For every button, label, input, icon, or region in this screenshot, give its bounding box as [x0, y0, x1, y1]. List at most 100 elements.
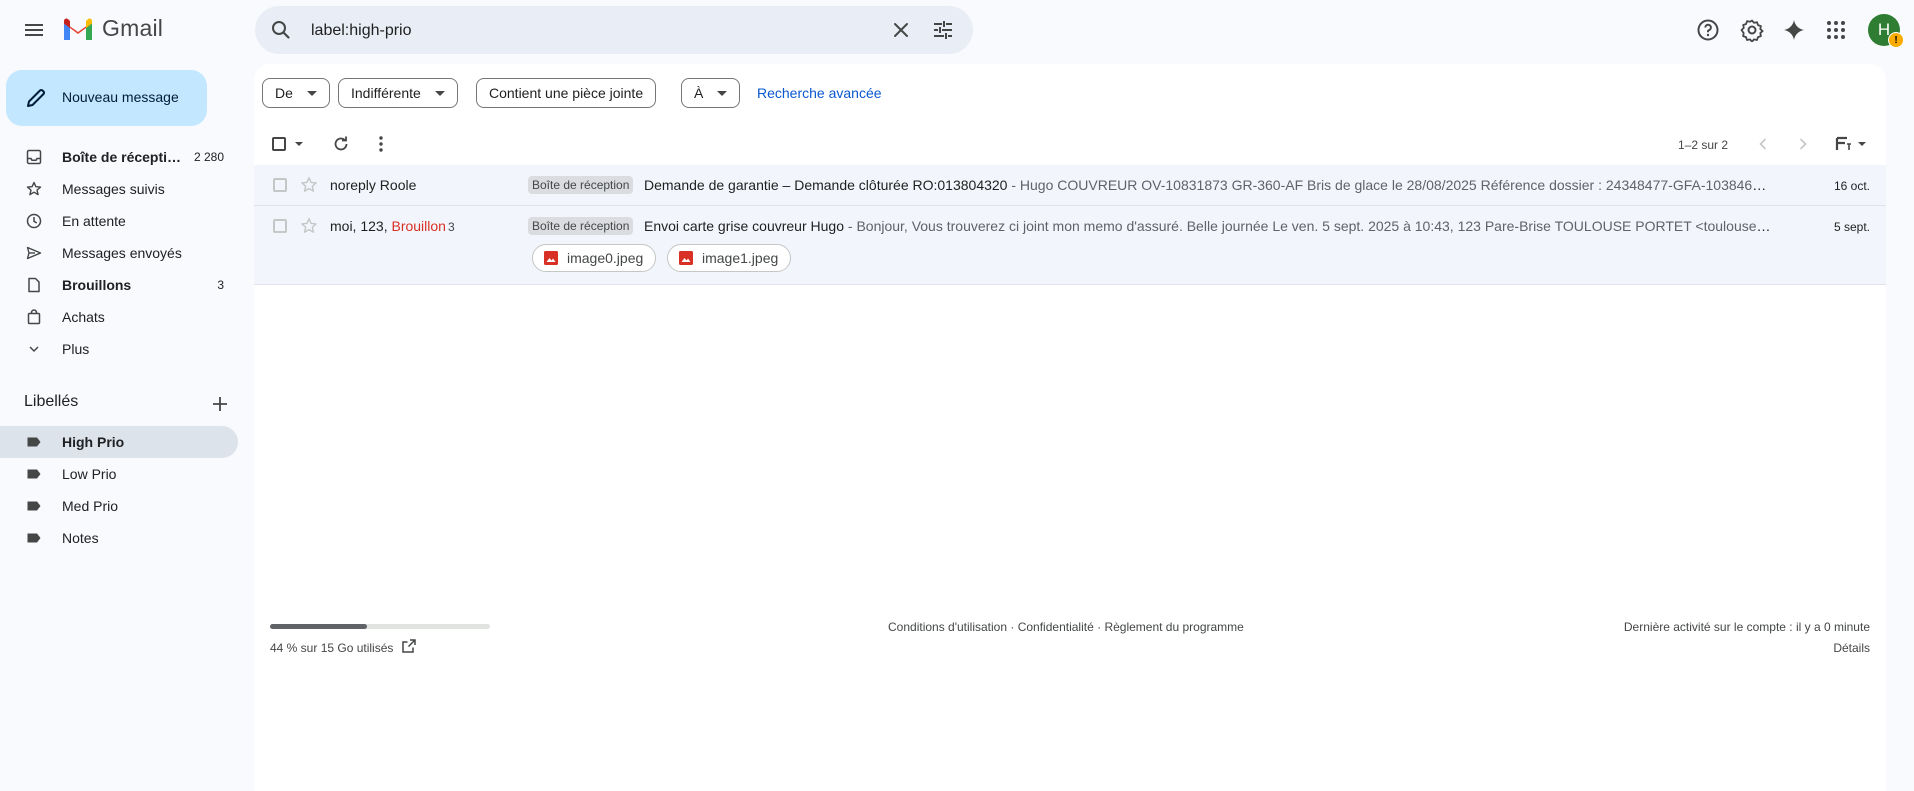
filter-from-chip[interactable]: De: [262, 78, 330, 108]
privacy-link[interactable]: Confidentialité: [1018, 620, 1094, 634]
clock-icon: [26, 213, 42, 229]
gmail-logo[interactable]: Gmail: [62, 15, 163, 42]
attachment-chip[interactable]: image1.jpeg: [667, 244, 792, 272]
chevron-right-icon[interactable]: [1793, 134, 1813, 154]
shopping-bag-icon: [27, 309, 41, 325]
email-date: 5 sept.: [1833, 220, 1870, 234]
refresh-icon[interactable]: [331, 134, 351, 154]
email-label-tag[interactable]: Boîte de réception: [528, 217, 634, 235]
storage-usage-fill: [270, 624, 367, 629]
clear-search-icon[interactable]: [889, 18, 913, 42]
chevron-left-icon[interactable]: [1753, 134, 1773, 154]
sidebar-item-label: Messages suivis: [62, 181, 165, 197]
sidebar-label-notes[interactable]: Notes: [0, 522, 238, 554]
star-toggle-icon[interactable]: [300, 217, 318, 235]
chip-label: À: [694, 85, 704, 101]
thread-count: 3: [447, 220, 455, 234]
draft-icon: [28, 277, 40, 293]
sidebar-item-label: Brouillons: [62, 277, 132, 293]
label-name: Notes: [62, 530, 99, 546]
label-name: Med Prio: [62, 498, 119, 514]
label-tag-icon: [27, 533, 41, 543]
help-icon[interactable]: [1696, 18, 1720, 42]
attachment-chip[interactable]: image0.jpeg: [532, 244, 657, 272]
terms-link[interactable]: Conditions d'utilisation: [888, 620, 1007, 634]
sidebar-label-high-prio[interactable]: High Prio: [0, 426, 238, 458]
hamburger-menu-icon: [25, 24, 43, 36]
sidebar-label-med-prio[interactable]: Med Prio: [0, 490, 238, 522]
sidebar-nav: Boîte de réception 2 280 Messages suivis…: [0, 141, 240, 365]
settings-gear-icon[interactable]: [1740, 18, 1764, 42]
program-policies-link[interactable]: Règlement du programme: [1104, 620, 1243, 634]
compose-button[interactable]: Nouveau message: [6, 70, 207, 126]
email-date: 16 oct.: [1833, 179, 1870, 193]
chevron-down-icon: [29, 346, 39, 353]
star-icon: [26, 181, 42, 196]
email-row[interactable]: noreply Roole Boîte de réception Demande…: [254, 165, 1886, 206]
email-label-tag[interactable]: Boîte de réception: [528, 176, 634, 194]
attachment-name: image0.jpeg: [567, 250, 644, 266]
label-tag-icon: [27, 501, 41, 511]
attachment-name: image1.jpeg: [702, 250, 779, 266]
pagination-text: 1–2 sur 2: [1678, 138, 1729, 152]
storage-usage-bar: [270, 624, 490, 629]
sidebar-item-count: 3: [217, 278, 224, 292]
main-menu-button[interactable]: [18, 14, 50, 46]
sidebar-item-label: Messages envoyés: [62, 245, 182, 261]
email-sender: noreply Roole: [330, 177, 417, 193]
sidebar-label-low-prio[interactable]: Low Prio: [0, 458, 238, 490]
row-checkbox[interactable]: [273, 219, 287, 233]
email-subject: Demande de garantie – Demande clôturée R…: [644, 177, 1008, 193]
select-all-checkbox[interactable]: [272, 137, 286, 151]
search-input[interactable]: [309, 18, 873, 44]
select-menu-caret-icon[interactable]: [295, 142, 303, 146]
add-label-icon[interactable]: [210, 394, 230, 414]
inbox-icon: [26, 149, 42, 165]
activity-details-link[interactable]: Détails: [1624, 641, 1870, 655]
sender-names: moi, 123,: [330, 218, 392, 234]
filter-attachment-chip[interactable]: Contient une pièce jointe: [476, 78, 657, 108]
top-bar: Gmail H !: [0, 0, 1914, 60]
account-activity: Dernière activité sur le compte : il y a…: [1624, 620, 1870, 655]
sidebar-item-purchases[interactable]: Achats: [0, 301, 238, 333]
email-snippet: - Hugo COUVREUR OV-10831873 GR-360-AF Br…: [1007, 177, 1774, 193]
email-subject: Envoi carte grise couvreur Hugo: [644, 218, 844, 234]
chip-label: Indifférente: [351, 85, 421, 101]
more-vert-icon[interactable]: [371, 134, 391, 154]
search-icon[interactable]: [269, 18, 293, 42]
open-in-new-icon[interactable]: [401, 638, 417, 654]
sidebar-item-starred[interactable]: Messages suivis: [0, 173, 238, 205]
storage-usage-text: 44 % sur 15 Go utilisés: [270, 641, 394, 655]
search-options-icon[interactable]: [931, 18, 955, 42]
input-tools-icon[interactable]: [1834, 134, 1868, 154]
sidebar-item-drafts[interactable]: Brouillons 3: [0, 269, 238, 301]
filter-to-chip[interactable]: À: [681, 78, 741, 108]
dropdown-caret-icon: [434, 90, 445, 96]
send-icon: [26, 246, 42, 260]
draft-indicator: Brouillon: [391, 218, 446, 234]
image-file-icon: [679, 251, 693, 265]
filter-time-chip[interactable]: Indifférente: [338, 78, 458, 108]
sidebar-item-more[interactable]: Plus: [0, 333, 238, 365]
gemini-sparkle-icon[interactable]: [1782, 18, 1806, 42]
row-checkbox[interactable]: [273, 178, 287, 192]
email-row[interactable]: moi, 123, Brouillon 3 Boîte de réception …: [254, 206, 1886, 285]
sidebar-item-label: Plus: [62, 341, 90, 357]
apps-grid-icon[interactable]: [1824, 18, 1848, 42]
sidebar-item-sent[interactable]: Messages envoyés: [0, 237, 238, 269]
label-name: Low Prio: [62, 466, 117, 482]
labels-list: High Prio Low Prio Med Prio Notes: [0, 426, 240, 554]
labels-heading: Libellés: [24, 393, 79, 410]
sidebar-item-snoozed[interactable]: En attente: [0, 205, 238, 237]
sidebar-item-label: Boîte de réception: [62, 149, 182, 165]
app-name: Gmail: [102, 15, 164, 41]
label-name: High Prio: [62, 434, 125, 450]
chip-label: Contient une pièce jointe: [489, 85, 644, 101]
email-sender: moi, 123, Brouillon 3: [330, 218, 455, 234]
image-file-icon: [544, 251, 558, 265]
sidebar-item-inbox[interactable]: Boîte de réception 2 280: [0, 141, 238, 173]
advanced-search-link[interactable]: Recherche avancée: [757, 85, 882, 101]
star-toggle-icon[interactable]: [300, 176, 318, 194]
label-tag-icon: [27, 469, 41, 479]
sidebar-item-count: 2 280: [193, 150, 224, 164]
